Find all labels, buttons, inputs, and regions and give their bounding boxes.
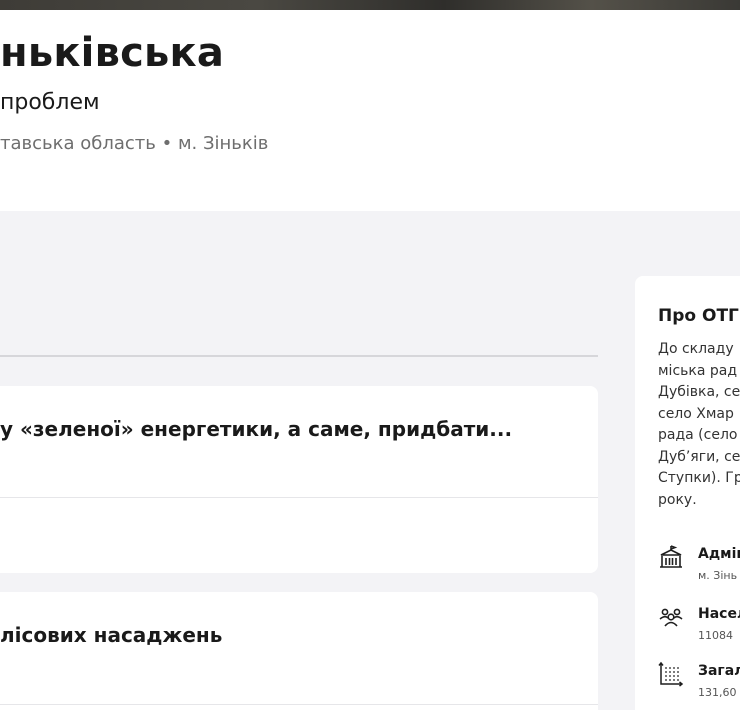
problem-card[interactable]: лісових насаджень [0, 592, 598, 722]
population-icon [659, 608, 683, 627]
population-value: 11084 [698, 629, 733, 642]
community-title: ньківська [0, 30, 225, 76]
section-divider [0, 355, 598, 357]
area-value: 131,60 [698, 686, 737, 699]
admin-center-label: Адмін [698, 546, 740, 562]
description-line: рада (село [658, 427, 738, 443]
main-content: у «зеленої» енергетики, а саме, придбати… [0, 211, 740, 726]
problems-subtitle: проблем [0, 90, 100, 115]
description-line: року. [658, 491, 697, 508]
about-community-panel: Про ОТГ До складу міська рад Дубівка, се… [635, 276, 740, 726]
description-line: Дуб’яги, се [658, 448, 740, 465]
area-icon [658, 661, 684, 687]
population-label: Насел [698, 606, 740, 622]
location-breadcrumb: тавська область • м. Зіньків [0, 133, 269, 154]
problem-card-title[interactable]: лісових насаджень [0, 623, 222, 647]
about-title: Про ОТГ [658, 306, 739, 326]
admin-center-value: м. Зінь [698, 569, 738, 582]
problem-card[interactable]: у «зеленої» енергетики, а саме, придбати… [0, 386, 598, 573]
cover-photo [0, 0, 740, 10]
city-hall-icon [660, 545, 682, 568]
description-line: До складу [658, 341, 734, 357]
description-line: село Хмар [658, 405, 734, 422]
card-divider [0, 497, 598, 498]
area-label: Загал [698, 663, 740, 679]
about-description: До складу міська рад Дубівка, се село Хм… [658, 339, 740, 511]
card-divider [0, 704, 598, 705]
problem-card-title[interactable]: у «зеленої» енергетики, а саме, придбати… [0, 417, 512, 441]
description-line: Ступки). Гр [658, 470, 740, 486]
description-line: міська рад [658, 362, 738, 379]
description-line: Дубівка, се [658, 384, 740, 400]
